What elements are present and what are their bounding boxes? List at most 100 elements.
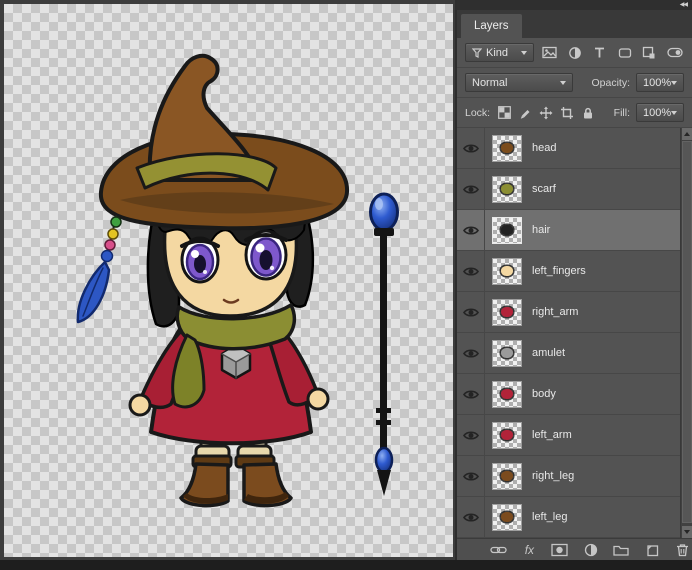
- scrollbar-thumb[interactable]: [682, 141, 692, 523]
- filter-type-layers-button[interactable]: [590, 43, 609, 62]
- layer-row-head[interactable]: head: [457, 128, 680, 169]
- chevron-down-icon: [671, 80, 678, 85]
- layer-thumbnail[interactable]: [492, 175, 522, 203]
- layer-thumbnail[interactable]: [492, 380, 522, 408]
- visibility-toggle[interactable]: [457, 251, 485, 291]
- scroll-down-button[interactable]: [682, 526, 692, 538]
- lock-fill-row: Lock: Fill: 100%: [457, 98, 692, 128]
- visibility-toggle[interactable]: [457, 415, 485, 455]
- lock-position-button[interactable]: [538, 103, 554, 122]
- layer-name: body: [532, 388, 556, 400]
- hand-right: [306, 387, 330, 411]
- feather: [76, 260, 111, 324]
- layer-name: right_arm: [532, 306, 579, 318]
- tab-layers[interactable]: Layers: [461, 14, 522, 38]
- layer-thumbnail[interactable]: [492, 339, 522, 367]
- link-layers-button[interactable]: [489, 540, 509, 559]
- layer-thumbnail[interactable]: [492, 298, 522, 326]
- hat: [98, 53, 350, 231]
- visibility-toggle[interactable]: [457, 169, 485, 209]
- layer-style-button[interactable]: fx: [520, 540, 540, 559]
- new-adjustment-layer-button[interactable]: [581, 540, 601, 559]
- collapse-panels-icon[interactable]: ◀◀: [680, 2, 688, 8]
- layer-list-scrollbar[interactable]: [680, 128, 692, 538]
- triangle-up-icon: [684, 132, 690, 136]
- lock-pixels-button[interactable]: [517, 103, 533, 122]
- lock-artboard-icon: [561, 106, 574, 119]
- layer-list: head scarf hair left_fingers right_arm a…: [457, 128, 692, 538]
- layer-row-right-arm[interactable]: right_arm: [457, 292, 680, 333]
- blend-opacity-row: Normal Opacity: 100%: [457, 68, 692, 98]
- link-chain-icon: [490, 546, 507, 553]
- left-eye: [180, 236, 220, 284]
- hand-left: [128, 393, 152, 417]
- delete-layer-button[interactable]: [672, 540, 692, 559]
- layer-row-right-leg[interactable]: right_leg: [457, 456, 680, 497]
- layer-filter-toggle[interactable]: [665, 43, 684, 62]
- layers-panel: ◀◀ Layers Kind Normal Opacity: 100% Lock…: [455, 0, 692, 560]
- folder-icon: [613, 545, 629, 556]
- visibility-toggle[interactable]: [457, 292, 485, 332]
- visibility-toggle[interactable]: [457, 456, 485, 496]
- filter-shape-layers-button[interactable]: [615, 43, 634, 62]
- visibility-toggle[interactable]: [457, 497, 485, 537]
- hat-charm: [76, 215, 122, 324]
- layer-row-body[interactable]: body: [457, 374, 680, 415]
- panel-tab-bar: Layers: [457, 10, 692, 38]
- eye-icon: [462, 471, 479, 481]
- character-artwork: [76, 53, 350, 508]
- layer-row-amulet[interactable]: amulet: [457, 333, 680, 374]
- lock-all-button[interactable]: [580, 103, 596, 122]
- filter-smart-objects-button[interactable]: [640, 43, 659, 62]
- fill-label: Fill:: [613, 106, 630, 119]
- adjustment-layer-icon: [568, 46, 581, 59]
- layer-thumbnail[interactable]: [492, 462, 522, 490]
- layer-thumbnail[interactable]: [492, 421, 522, 449]
- visibility-toggle[interactable]: [457, 128, 485, 168]
- layer-thumbnail[interactable]: [492, 503, 522, 531]
- layer-thumbnail[interactable]: [492, 257, 522, 285]
- lock-artboard-button[interactable]: [559, 103, 575, 122]
- filter-toggle-icon: [666, 47, 683, 58]
- eye-icon: [462, 266, 479, 276]
- staff-artwork: [369, 192, 399, 496]
- eye-icon: [462, 389, 479, 399]
- opacity-value-dropdown[interactable]: 100%: [636, 73, 684, 92]
- add-layer-mask-button[interactable]: [550, 540, 570, 559]
- lock-transparency-button[interactable]: [496, 103, 512, 122]
- layer-row-left-leg[interactable]: left_leg: [457, 497, 680, 538]
- lock-icon: [584, 107, 593, 118]
- layer-name: left_arm: [532, 429, 572, 441]
- fill-value-dropdown[interactable]: 100%: [636, 103, 684, 122]
- eye-icon: [462, 307, 479, 317]
- blend-mode-dropdown[interactable]: Normal: [465, 73, 573, 92]
- layer-row-hair[interactable]: hair: [457, 210, 680, 251]
- layer-row-left-fingers[interactable]: left_fingers: [457, 251, 680, 292]
- document-canvas[interactable]: [4, 4, 453, 557]
- chevron-down-icon: [560, 80, 566, 85]
- filter-pixel-layers-button[interactable]: [540, 43, 559, 62]
- chevron-down-icon: [671, 110, 678, 115]
- filter-kind-icon: [472, 47, 482, 58]
- visibility-toggle[interactable]: [457, 374, 485, 414]
- lock-pixels-brush-icon: [520, 109, 530, 119]
- pixel-layer-icon: [542, 46, 557, 59]
- eye-icon: [462, 512, 479, 522]
- layer-name: left_leg: [532, 511, 568, 523]
- kind-filter-dropdown[interactable]: Kind: [465, 43, 535, 62]
- layer-row-scarf[interactable]: scarf: [457, 169, 680, 210]
- visibility-toggle[interactable]: [457, 333, 485, 373]
- new-group-button[interactable]: [611, 540, 631, 559]
- layer-name: scarf: [532, 183, 556, 195]
- filter-adjustment-layers-button[interactable]: [565, 43, 584, 62]
- visibility-toggle[interactable]: [457, 210, 485, 250]
- layer-thumbnail[interactable]: [492, 216, 522, 244]
- adjustment-circle-icon: [584, 543, 597, 556]
- layer-thumbnail[interactable]: [492, 134, 522, 162]
- right-eye: [244, 229, 288, 281]
- layer-name: right_leg: [532, 470, 575, 482]
- layer-row-left-arm[interactable]: left_arm: [457, 415, 680, 456]
- layer-filter-row: Kind: [457, 38, 692, 68]
- new-layer-button[interactable]: [642, 540, 662, 559]
- scroll-up-button[interactable]: [682, 128, 692, 140]
